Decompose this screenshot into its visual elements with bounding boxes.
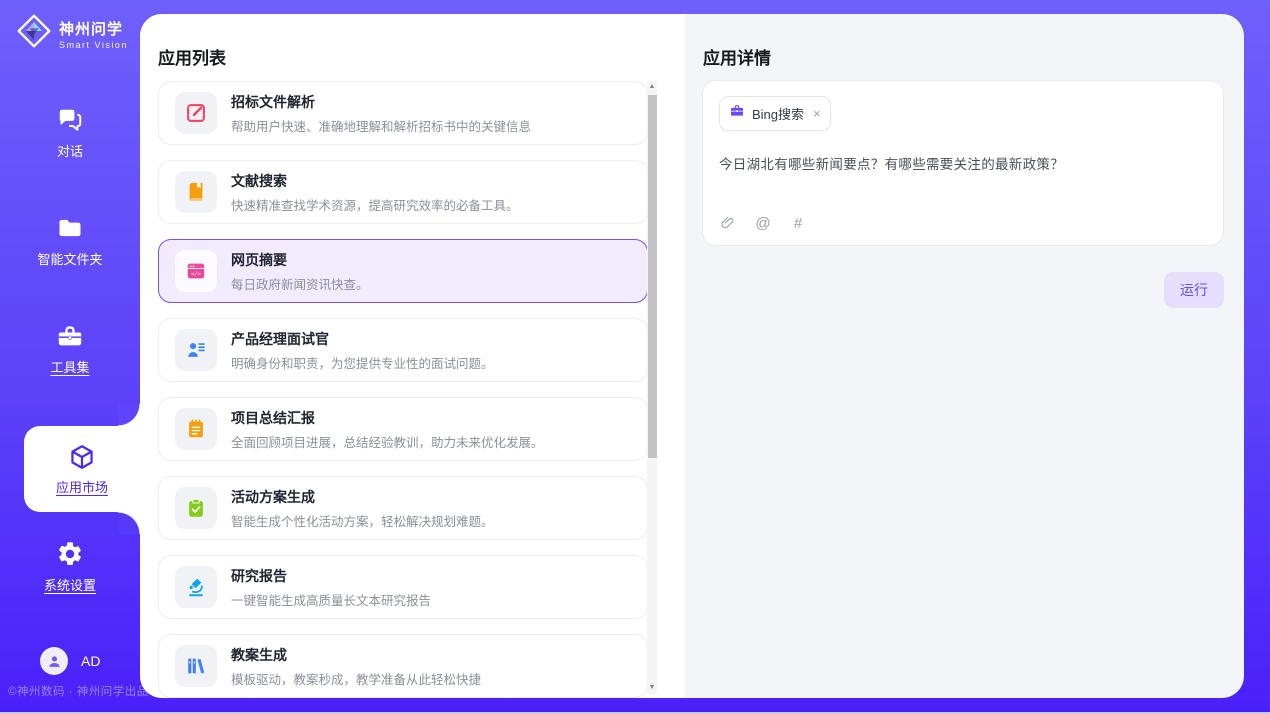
toolbox-icon: [56, 322, 84, 350]
gear-icon: [56, 540, 84, 568]
hash-icon[interactable]: #: [789, 214, 807, 232]
interviewer-icon: [175, 329, 217, 371]
app-title: 神州问学: [59, 18, 128, 39]
briefcase-icon: [729, 103, 745, 124]
folder-icon: [56, 214, 84, 242]
app-card-title: 活动方案生成: [231, 487, 494, 507]
app-card-description: 明确身份和职责，为您提供专业性的面试问题。: [231, 353, 494, 372]
app-card-description: 快速精准查找学术资源，提高研究效率的必备工具。: [231, 195, 519, 214]
app-card[interactable]: 产品经理面试官明确身份和职责，为您提供专业性的面试问题。: [158, 318, 648, 382]
app-logo: 神州问学 Smart Vision: [16, 13, 128, 54]
edit-square-icon: [175, 92, 217, 134]
cube-icon: [68, 443, 96, 471]
sidebar-item-label: 智能文件夹: [37, 249, 102, 268]
browser-code-icon: </>: [175, 250, 217, 292]
app-card-description: 模板驱动，教案秒成，教学准备从此轻松快捷: [231, 669, 481, 688]
scrollbar-down-arrow[interactable]: ▼: [647, 682, 657, 694]
app-card-title: 教案生成: [231, 645, 481, 665]
sidebar-item-label: 工具集: [50, 357, 89, 376]
avatar: [40, 647, 68, 675]
sidebar-footer: ©神州数码 · 神州问学出品: [8, 683, 149, 699]
sidebar-item-tools[interactable]: 工具集: [0, 322, 140, 376]
run-button[interactable]: 运行: [1164, 272, 1224, 308]
app-card-title: 项目总结汇报: [231, 408, 544, 428]
app-card[interactable]: 文献搜索快速精准查找学术资源，提高研究效率的必备工具。: [158, 160, 648, 224]
user-chip[interactable]: AD: [40, 647, 100, 675]
sidebar-item-label: 系统设置: [44, 575, 96, 594]
app-card-title: 文献搜索: [231, 171, 519, 191]
svg-text:</>: </>: [191, 271, 202, 277]
app-card[interactable]: 招标文件解析帮助用户快速、准确地理解和解析招标书中的关键信息: [158, 81, 648, 145]
prompt-input[interactable]: Bing搜索 × 今日湖北有哪些新闻要点？有哪些需要关注的最新政策？ @#: [702, 80, 1224, 246]
composer-toolbar: @#: [719, 214, 807, 232]
app-card-description: 帮助用户快速、准确地理解和解析招标书中的关键信息: [231, 116, 531, 135]
tool-tag-bing-search[interactable]: Bing搜索 ×: [719, 96, 831, 131]
diamond-logo-icon: [16, 13, 52, 54]
chat-icon: [56, 106, 84, 134]
scrollbar-up-arrow[interactable]: ▲: [647, 81, 657, 93]
app-card-description: 一键智能生成高质量长文本研究报告: [231, 590, 431, 609]
clipboard-check-icon: [175, 487, 217, 529]
app-list-title: 应用列表: [158, 44, 226, 69]
at-icon[interactable]: @: [754, 214, 772, 232]
app-detail-title: 应用详情: [703, 44, 771, 69]
app-card[interactable]: 研究报告一键智能生成高质量长文本研究报告: [158, 555, 648, 619]
app-card-title: 网页摘要: [231, 250, 369, 270]
close-icon[interactable]: ×: [813, 107, 821, 120]
tool-tag-label: Bing搜索: [752, 104, 804, 123]
app-card[interactable]: 教案生成模板驱动，教案秒成，教学准备从此轻松快捷: [158, 634, 648, 698]
sidebar-item-app-market[interactable]: 应用市场: [24, 426, 140, 512]
user-name: AD: [81, 653, 100, 669]
microscope-icon: [175, 566, 217, 608]
app-card-description: 每日政府新闻资讯快查。: [231, 274, 369, 293]
app-card-description: 全面回顾项目进展，总结经验教训，助力未来优化发展。: [231, 432, 544, 451]
sidebar-item-label: 对话: [57, 141, 83, 160]
sidebar-item-settings[interactable]: 系统设置: [0, 540, 140, 594]
paperclip-icon[interactable]: [719, 214, 737, 232]
sidebar-item-label: 应用市场: [56, 477, 108, 496]
app-card[interactable]: 活动方案生成智能生成个性化活动方案，轻松解决规划难题。: [158, 476, 648, 540]
app-card-title: 研究报告: [231, 566, 431, 586]
app-list: 招标文件解析帮助用户快速、准确地理解和解析招标书中的关键信息文献搜索快速精准查找…: [158, 81, 648, 698]
sidebar: 神州问学 Smart Vision 对话智能文件夹工具集应用市场系统设置 AD …: [0, 0, 140, 714]
app-detail-panel: 应用详情 Bing搜索 × 今日湖北有哪些新闻要点？有哪些需要关注的最新政策？ …: [685, 14, 1244, 698]
app-card-title: 招标文件解析: [231, 92, 531, 112]
app-card-title: 产品经理面试官: [231, 329, 494, 349]
scrollbar[interactable]: ▲ ▼: [647, 81, 657, 694]
books-icon: [175, 645, 217, 687]
app-list-panel: 应用列表 招标文件解析帮助用户快速、准确地理解和解析招标书中的关键信息文献搜索快…: [140, 14, 685, 698]
app-card[interactable]: </> 网页摘要每日政府新闻资讯快查。: [158, 239, 648, 303]
app-card-description: 智能生成个性化活动方案，轻松解决规划难题。: [231, 511, 494, 530]
app-card[interactable]: 项目总结汇报全面回顾项目进展，总结经验教训，助力未来优化发展。: [158, 397, 648, 461]
book-icon: [175, 171, 217, 213]
app-subtitle: Smart Vision: [59, 40, 128, 50]
main-container: 应用列表 招标文件解析帮助用户快速、准确地理解和解析招标书中的关键信息文献搜索快…: [140, 14, 1244, 698]
sidebar-item-chat[interactable]: 对话: [0, 106, 140, 160]
sidebar-item-folders[interactable]: 智能文件夹: [0, 214, 140, 268]
notepad-icon: [175, 408, 217, 450]
scrollbar-thumb[interactable]: [648, 95, 657, 458]
prompt-text[interactable]: 今日湖北有哪些新闻要点？有哪些需要关注的最新政策？: [719, 153, 1207, 173]
